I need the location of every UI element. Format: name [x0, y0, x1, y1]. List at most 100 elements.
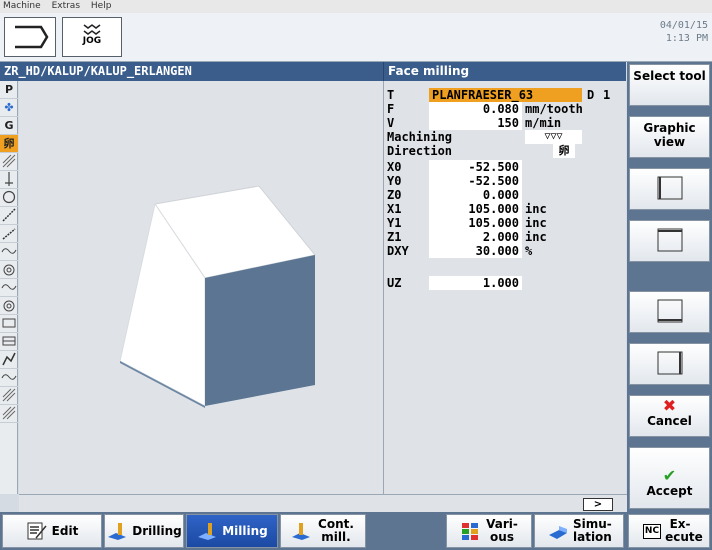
- toolstrip-hatch2-icon[interactable]: [0, 387, 18, 405]
- param-row-dxy: DXY 30.000 %: [387, 244, 623, 258]
- y1-field[interactable]: 105.000: [429, 216, 522, 230]
- z1-unit: inc: [525, 230, 547, 244]
- x0-field[interactable]: -52.500: [429, 160, 522, 174]
- tool-name-field[interactable]: PLANFRAESER_63: [429, 88, 582, 102]
- x1-field[interactable]: 105.000: [429, 202, 522, 216]
- toolstrip-face-milling-icon[interactable]: 卵: [0, 135, 18, 153]
- dxy-field[interactable]: 30.000: [429, 244, 522, 258]
- dxy-label: DXY: [387, 244, 409, 258]
- toolstrip-pocket-icon[interactable]: [0, 261, 18, 279]
- accept-icon: ✔: [662, 466, 677, 485]
- param-row-y1: Y1 105.000 inc: [387, 216, 623, 230]
- date-text: 04/01/15: [659, 20, 708, 31]
- param-row-f: F 0.080 mm/tooth: [387, 102, 623, 116]
- param-row-uz: UZ 1.000: [387, 276, 623, 290]
- view-right-button[interactable]: [629, 343, 710, 385]
- toolstrip-pocket2-icon[interactable]: [0, 297, 18, 315]
- toolstrip-wave2-icon[interactable]: [0, 279, 18, 297]
- uz-label: UZ: [387, 276, 402, 290]
- operation-toolstrip: P ✤ G 卵: [0, 81, 18, 494]
- view-top-icon: [657, 228, 682, 252]
- execute-button[interactable]: NC Ex- ecute: [628, 514, 710, 548]
- y0-field[interactable]: -52.500: [429, 174, 522, 188]
- view-top-button[interactable]: [629, 220, 710, 262]
- machining-label: Machining: [387, 130, 453, 144]
- toolstrip-wave3-icon[interactable]: [0, 369, 18, 387]
- t-label: T: [387, 88, 395, 102]
- y1-unit: inc: [525, 216, 547, 230]
- f-field[interactable]: 0.080: [429, 102, 522, 116]
- view-bottom-button[interactable]: [629, 291, 710, 333]
- toolstrip-origin-icon[interactable]: ✤: [0, 99, 18, 117]
- view-left-icon: [657, 176, 682, 200]
- milling-button[interactable]: Milling: [186, 514, 278, 548]
- v-field[interactable]: 150: [429, 116, 522, 130]
- dxy-unit: %: [525, 244, 533, 258]
- jog-icon: [83, 24, 101, 35]
- menu-bar: Machine Extras Help: [0, 0, 712, 13]
- datetime: 04/01/15 1:13 PM: [508, 19, 708, 45]
- toolstrip-line2-icon[interactable]: [0, 225, 18, 243]
- z0-field[interactable]: 0.000: [429, 188, 522, 202]
- param-row-v: V 150 m/min: [387, 116, 623, 130]
- param-row-x1: X1 105.000 inc: [387, 202, 623, 216]
- graphic-view-button[interactable]: Graphic view: [629, 116, 710, 158]
- menu-help[interactable]: Help: [91, 1, 112, 11]
- various-button[interactable]: Vari- ous: [446, 514, 532, 548]
- menu-extras[interactable]: Extras: [52, 1, 80, 11]
- toolstrip-contour-icon[interactable]: [0, 351, 18, 369]
- contour-milling-icon: [292, 523, 310, 540]
- edit-icon: [27, 522, 47, 540]
- uz-field[interactable]: 1.000: [429, 276, 522, 290]
- toolstrip-hatch3-icon[interactable]: [0, 405, 18, 423]
- direction-select[interactable]: 卵: [553, 144, 575, 158]
- workpiece-cube-icon: [119, 185, 316, 408]
- toolstrip-rect2-icon[interactable]: [0, 333, 18, 351]
- view-bottom-icon: [657, 299, 682, 323]
- accept-button[interactable]: ✔ Accept: [629, 447, 710, 509]
- toolstrip-rect-icon[interactable]: [0, 315, 18, 333]
- simulation-icon: [549, 526, 567, 539]
- edit-button[interactable]: Edit: [2, 514, 102, 548]
- form-title: Face milling: [383, 62, 626, 81]
- drilling-button[interactable]: Drilling: [104, 514, 184, 548]
- cancel-button[interactable]: ✖ Cancel: [629, 395, 710, 437]
- time-text: 1:13 PM: [665, 33, 708, 44]
- various-icon: [462, 523, 478, 540]
- program-mode-box[interactable]: [4, 17, 56, 57]
- contour-milling-button[interactable]: Cont. mill.: [280, 514, 366, 548]
- drilling-label: Drilling: [132, 523, 182, 538]
- vertical-softkeys: Select tool Graphic view ✖ Cancel ✔ Acce…: [627, 62, 712, 512]
- view-left-button[interactable]: [629, 168, 710, 210]
- toolstrip-p[interactable]: P: [0, 81, 18, 99]
- z1-label: Z1: [387, 230, 402, 244]
- d-value[interactable]: 1: [603, 88, 610, 102]
- graphic-view: [19, 81, 383, 494]
- select-tool-button[interactable]: Select tool: [629, 64, 710, 106]
- menu-machine[interactable]: Machine: [3, 1, 41, 11]
- scroll-right-button[interactable]: >: [583, 498, 613, 511]
- program-path: ZR_HD/KALUP/KALUP_ERLANGEN: [0, 62, 383, 81]
- execute-label: Ex- ecute: [665, 517, 703, 544]
- param-row-t: T PLANFRAESER_63 D 1: [387, 88, 623, 102]
- simulation-button[interactable]: Simu- lation: [534, 514, 624, 548]
- toolstrip-circle-icon[interactable]: [0, 189, 18, 207]
- f-unit: mm/tooth: [525, 102, 583, 116]
- y1-label: Y1: [387, 216, 402, 230]
- toolstrip-g[interactable]: G: [0, 117, 18, 135]
- toolstrip-line-icon[interactable]: [0, 207, 18, 225]
- program-icon: [15, 25, 49, 49]
- jog-mode-box[interactable]: JOG: [62, 17, 122, 57]
- drilling-icon: [108, 523, 127, 540]
- v-unit: m/min: [525, 116, 562, 130]
- toolstrip-wave-icon[interactable]: [0, 243, 18, 261]
- toolstrip-hatch-icon[interactable]: [0, 153, 18, 171]
- z1-field[interactable]: 2.000: [429, 230, 522, 244]
- param-row-machining: Machining ▽▽▽: [387, 130, 623, 144]
- edit-label: Edit: [51, 523, 79, 538]
- cancel-label: Cancel: [647, 414, 692, 428]
- machining-select[interactable]: ▽▽▽: [525, 130, 582, 144]
- toolstrip-drill-icon[interactable]: [0, 171, 18, 189]
- jog-label: JOG: [82, 36, 102, 46]
- various-label: Vari- ous: [486, 517, 518, 544]
